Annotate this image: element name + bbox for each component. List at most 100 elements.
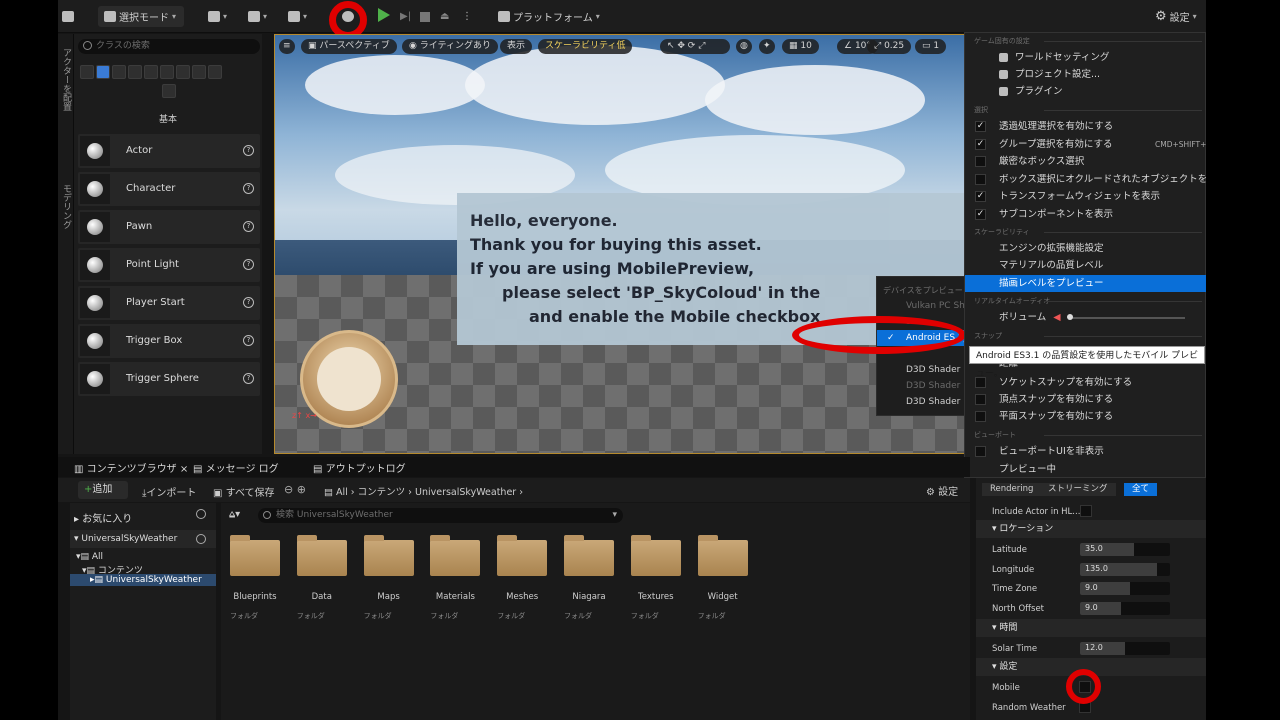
grid-snap-button[interactable]: ▦ 10 [782,39,819,54]
save-all-button[interactable]: ▣ すべて保存 [213,484,275,499]
blueprint-button[interactable]: ▾ [248,6,267,27]
favorites-header[interactable]: ▸ お気に入り [74,510,132,525]
select-option-5[interactable]: ✓ サブコンポーネントを表示 [965,206,1206,223]
place-actors-tab[interactable]: アクターを配置 [60,48,73,111]
cinematics-button[interactable]: ▾ [288,6,307,27]
material-quality-item[interactable]: マテリアルの品質レベル [965,257,1206,274]
include-actor-checkbox[interactable] [1080,505,1092,517]
folder-name[interactable]: Widget [688,592,758,602]
tab-rendering[interactable]: Rendering [982,483,1042,496]
folder-icon[interactable] [564,535,614,576]
tab-output-log[interactable]: ▤ アウトプットログ [313,460,406,475]
checkbox[interactable]: ✓ [975,191,986,202]
asset-search-input[interactable]: 検索 UniversalSkyWeather ▾ [258,508,623,523]
plane-snap-item[interactable]: 平面スナップを有効にする [965,408,1206,425]
scale-snap-button[interactable]: ⤢ 0.25 [867,39,912,54]
help-icon[interactable]: ? [243,183,254,194]
numeric-input[interactable]: 135.0 [1080,562,1170,576]
lights-icon[interactable] [112,65,126,79]
checkbox[interactable]: ✓ [975,138,986,150]
numeric-input[interactable]: 9.0 [1080,602,1170,616]
select-option-0[interactable]: ✓ 透過処理選択を有効にする [965,118,1206,135]
perspective-button[interactable]: ▣ パースペクティブ [301,39,397,54]
play-icon[interactable] [378,8,390,22]
numeric-input[interactable]: 35.0 [1080,543,1170,556]
recent-icon[interactable] [80,65,94,79]
plugins-item[interactable]: プラグイン [965,83,1206,100]
actor-item-actor[interactable]: Actor? [78,134,260,168]
select-option-4[interactable]: ✓ トランスフォームウィジェットを表示 [965,188,1206,205]
breadcrumb-all[interactable]: All [336,487,348,498]
folder-name[interactable]: Textures [621,592,691,602]
tab-streaming[interactable]: ストリーミング [1040,483,1116,496]
volume-slider-handle[interactable] [1067,314,1073,320]
class-search-input[interactable]: クラスの検索 [78,39,260,54]
folder-name[interactable]: Materials [420,592,490,602]
folder-icon[interactable] [430,535,481,576]
transform-tools[interactable]: ↖ ✥ ⟳ ⤢ [660,39,730,54]
more-options-icon[interactable]: ⋮ [462,6,472,27]
add-button[interactable]: +追加 [78,481,128,499]
hide-viewport-ui-item[interactable]: ビューポートUIを非表示 [965,443,1206,460]
engine-scalability-item[interactable]: エンジンの拡張機能設定 [965,240,1206,257]
search-icon[interactable] [196,534,206,544]
level-viewport[interactable]: ≡ ▣ パースペクティブ ◉ ライティングあり 表示 スケーラビリティ低 ↖ ✥… [274,34,972,454]
actor-item-pawn[interactable]: Pawn? [78,210,260,244]
tab-all[interactable]: 全て [1124,483,1158,496]
actor-item-character[interactable]: Character? [78,172,260,206]
checkbox[interactable] [975,394,986,405]
help-icon[interactable]: ? [243,221,254,232]
add-actor-button[interactable]: ▾ [208,6,227,27]
folder-icon[interactable] [630,535,681,576]
actor-item-trigger-sphere[interactable]: Trigger Sphere? [78,362,260,396]
folder-icon[interactable] [697,535,748,576]
filter-icon[interactable]: ⩠▾ [229,509,240,520]
stop-icon[interactable] [420,6,430,27]
help-icon[interactable]: ? [243,259,254,270]
geometry-icon[interactable] [176,65,190,79]
surface-snap-icon[interactable]: ✦ [759,39,775,54]
modeling-tab[interactable]: モデリング [60,184,73,229]
tree-universal-sky-weather[interactable]: ▸▤ UniversalSkyWeather [90,575,202,585]
save-icon[interactable] [62,6,74,27]
breadcrumb-usw[interactable]: UniversalSkyWeather [415,487,516,498]
folder-name[interactable]: Meshes [487,592,557,602]
folder-icon[interactable] [497,535,548,576]
volume-slider[interactable] [1069,317,1185,319]
import-button[interactable]: ⤓インポート [142,484,196,499]
numeric-input[interactable]: 9.0 [1080,582,1170,596]
time-header[interactable]: ▾ 時間 [976,619,1206,637]
show-button[interactable]: 表示 [500,39,533,54]
previewing-item[interactable]: プレビュー中 [965,461,1206,478]
checkbox[interactable] [975,411,986,422]
checkbox[interactable] [975,173,986,185]
select-option-1[interactable]: ✓ グループ選択を有効にする CMD+SHIFT+ [965,136,1206,153]
history-nav-icons[interactable]: ⊖ ⊕ [284,483,306,496]
eject-icon[interactable]: ⏏ [440,6,449,27]
folder-name[interactable]: Maps [354,592,424,602]
folder-name[interactable]: Niagara [554,592,624,602]
folder-icon[interactable] [363,535,414,576]
world-local-icon[interactable]: ◍ [736,39,752,54]
help-icon[interactable]: ? [243,373,254,384]
tree-all[interactable]: ▾▤ All [76,552,103,562]
volume-item[interactable]: ボリューム ◀ [965,309,1206,326]
folder-name[interactable]: Data [287,592,357,602]
preview-rendering-level-item[interactable]: 描画レベルをプレビュー [965,275,1206,292]
tab-content-browser[interactable]: ▥ コンテンツブラウザ × [74,460,188,475]
help-icon[interactable]: ? [243,335,254,346]
cinematic-icon[interactable] [144,65,158,79]
breadcrumb-content[interactable]: コンテンツ [358,487,406,498]
checkbox[interactable]: ✓ [975,121,986,132]
folder-name[interactable]: Blueprints [220,592,290,602]
basic-icon[interactable] [96,65,110,79]
world-settings-item[interactable]: ワールドセッティング [965,49,1206,66]
browser-settings-button[interactable]: ⚙ 設定 [926,483,958,498]
step-icon[interactable]: ▶| [400,6,411,27]
select-option-2[interactable]: 厳密なボックス選択 [965,153,1206,170]
viewport-menu-icon[interactable]: ≡ [279,39,295,54]
location-header[interactable]: ▾ ロケーション [976,520,1206,538]
shapes-icon[interactable] [128,65,142,79]
actor-item-point-light[interactable]: Point Light? [78,248,260,282]
tab-message-log[interactable]: ▤ メッセージ ログ [193,460,279,475]
